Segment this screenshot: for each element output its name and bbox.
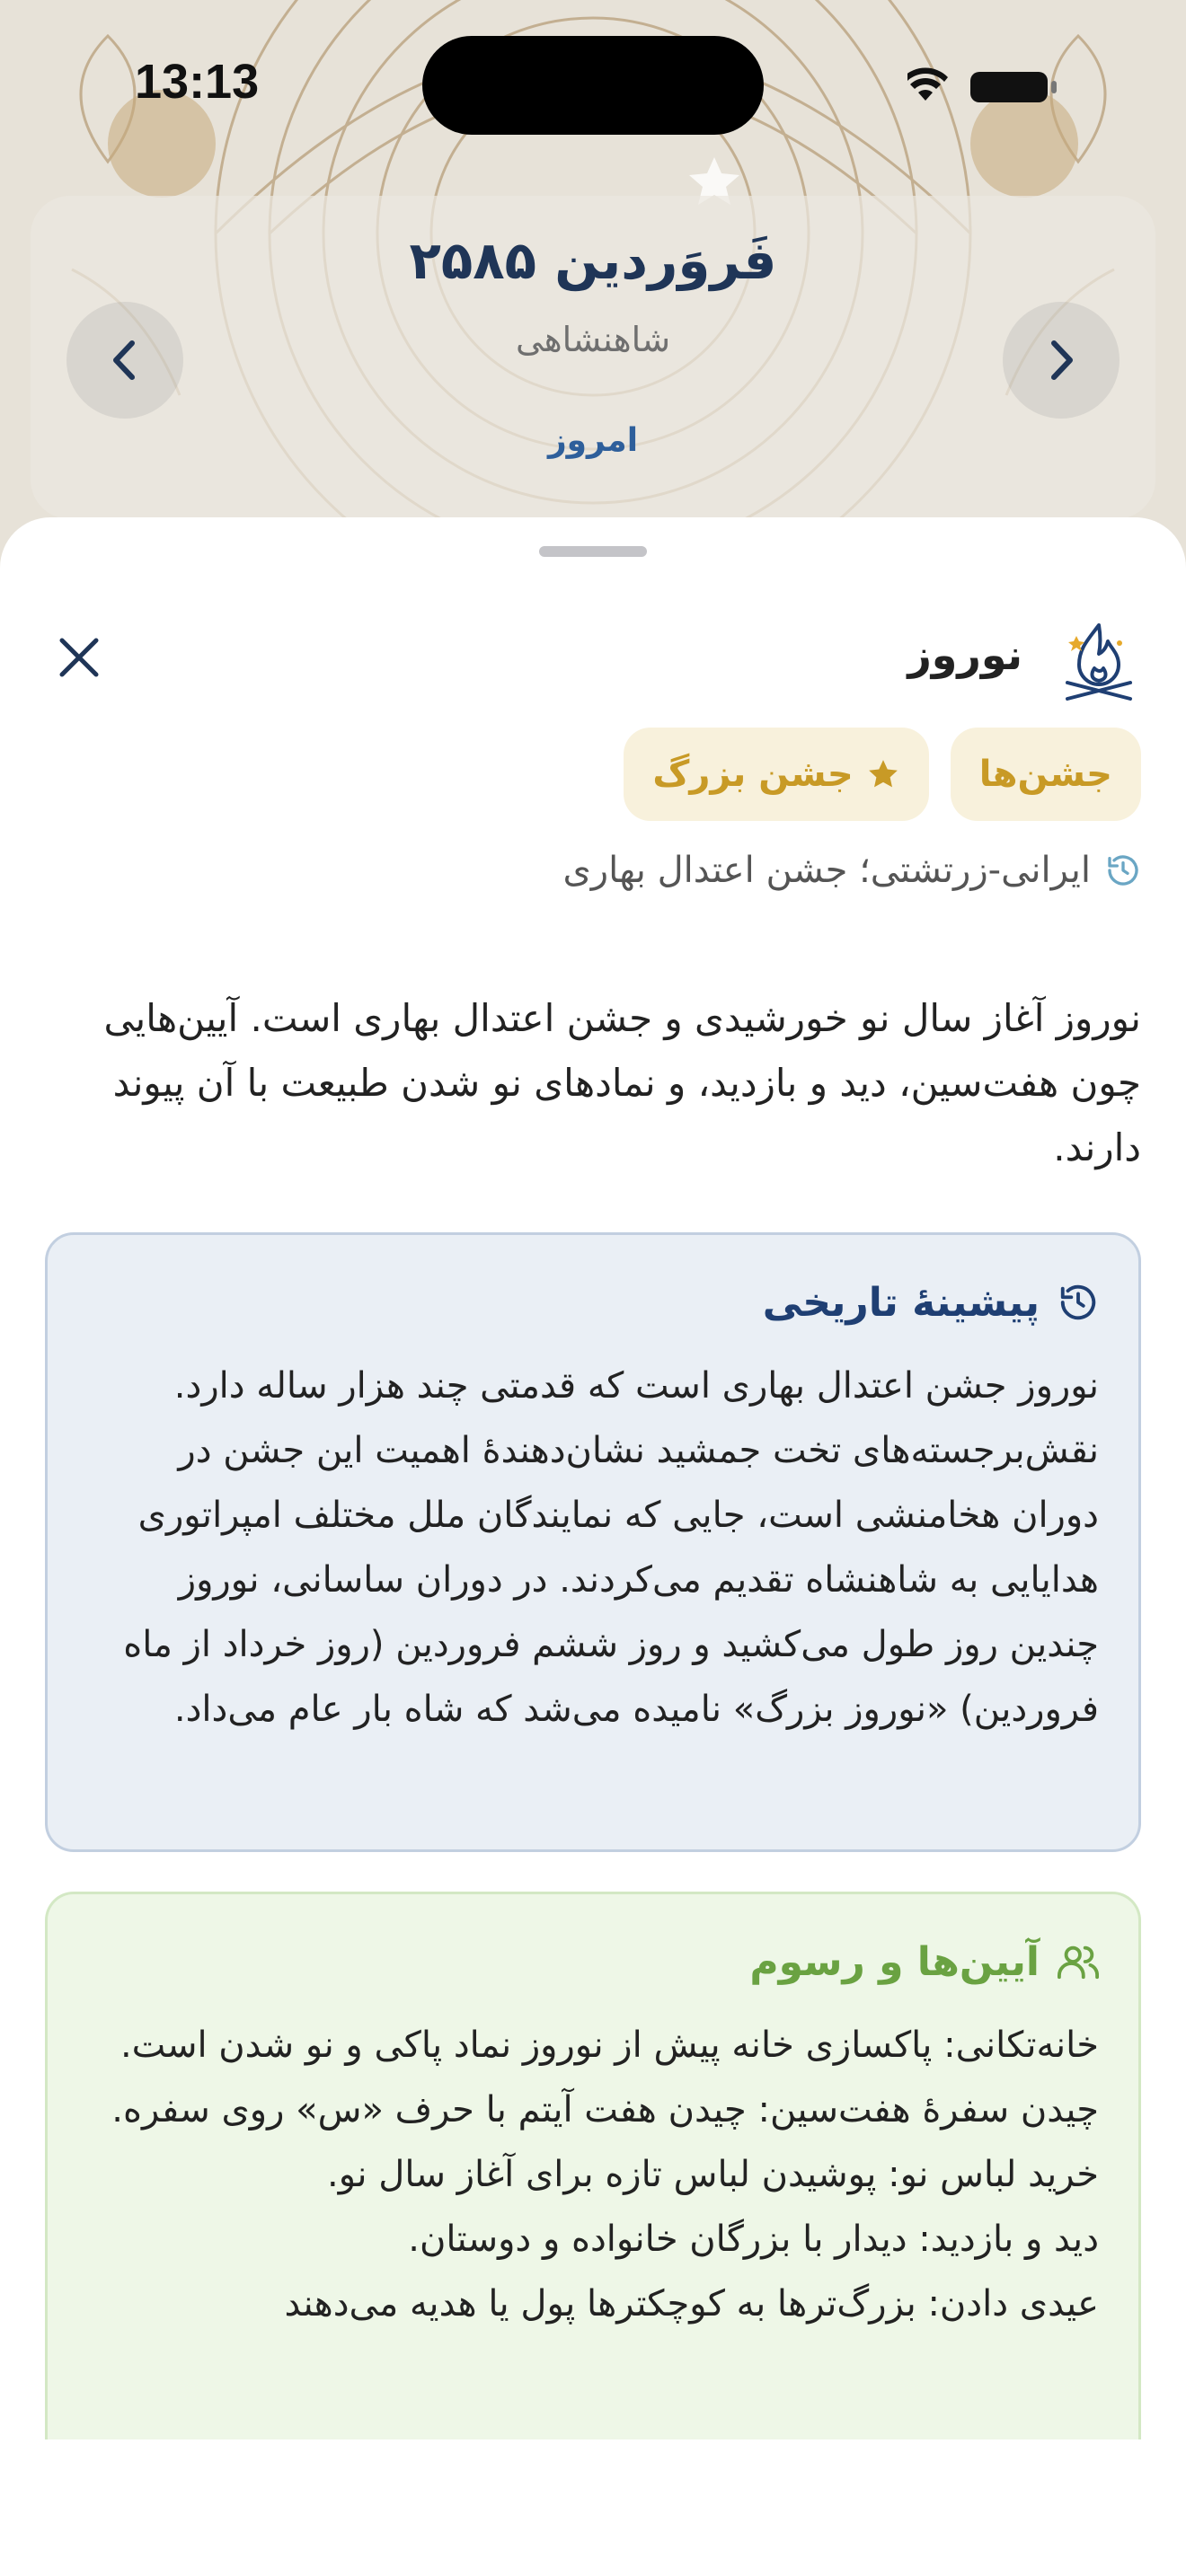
rituals-card-body: خانه‌تکانی: پاکسازی خانه پیش از نوروز نم… <box>87 2013 1099 2336</box>
history-card-title: پیشینهٔ تاریخی <box>762 1279 1040 1326</box>
today-button[interactable]: امروز <box>31 422 1155 459</box>
history-icon <box>1060 1284 1096 1320</box>
history-card-body: نوروز جشن اعتدال بهاری است که قدمتی چند … <box>123 1365 1099 1730</box>
bottom-safe-area <box>0 2439 1186 2576</box>
history-icon <box>1108 855 1138 886</box>
ritual-item: خانه‌تکانی: پاکسازی خانه پیش از نوروز نم… <box>119 2025 1099 2066</box>
sheet-header: نوروز <box>0 598 1186 724</box>
event-chips: جشن‌ها جشن بزرگ <box>624 728 1141 821</box>
status-icons <box>903 65 1087 113</box>
close-button[interactable] <box>43 622 115 693</box>
dynamic-island <box>422 36 764 135</box>
ritual-item: دید و بازدید: دیدار با بزرگان خانواده و … <box>408 2219 1099 2260</box>
calendar-era-label: شاهنشاهی <box>515 320 671 359</box>
history-card: پیشینهٔ تاریخی نوروز جشن اعتدال بهاری اس… <box>45 1232 1141 1852</box>
chevron-right-icon <box>1051 340 1073 380</box>
next-month-button[interactable] <box>1003 302 1120 419</box>
status-bar: 13:13 <box>0 0 1186 171</box>
bonfire-icon <box>1066 623 1132 701</box>
month-header-card: فَروَردین ۲۵۸۵ شاهنشاهی امروز <box>31 196 1155 519</box>
close-icon <box>59 638 99 677</box>
chip-major-feast[interactable]: جشن بزرگ <box>624 728 929 821</box>
sheet-grabber[interactable] <box>539 546 647 557</box>
origin-text: ایرانی-زرتشتی؛ جشن اعتدال بهاری <box>562 850 1091 891</box>
chip-label: جشن‌ها <box>978 754 1112 795</box>
rituals-card-header: آیین‌ها و رسوم <box>87 1930 1099 1993</box>
rituals-card-title: آیین‌ها و رسوم <box>749 1938 1040 1985</box>
event-description: نوروز آغاز سال نو خورشیدی و جشن اعتدال ب… <box>103 996 1142 1169</box>
people-icon <box>1058 1945 1099 1980</box>
chip-label: جشن بزرگ <box>652 754 854 795</box>
status-time: 13:13 <box>135 55 260 109</box>
ritual-item: خرید لباس نو: پوشیدن لباس تازه برای آغاز… <box>327 2154 1099 2195</box>
rituals-card: آیین‌ها و رسوم خانه‌تکانی: پاکسازی خانه … <box>45 1892 1141 2466</box>
event-title: نوروز <box>907 631 1022 679</box>
star-icon <box>868 760 898 788</box>
chip-category[interactable]: جشن‌ها <box>950 728 1141 821</box>
event-origin: ایرانی-زرتشتی؛ جشن اعتدال بهاری <box>562 850 1141 891</box>
month-title: فَروَردین ۲۵۸۵ <box>409 230 777 291</box>
ritual-item: عیدی دادن: بزرگ‌ترها به کوچکترها پول یا … <box>284 2283 1099 2325</box>
wifi-icon <box>903 67 948 101</box>
history-card-header: پیشینهٔ تاریخی <box>87 1271 1099 1334</box>
ritual-item: چیدن سفرهٔ هفت‌سین: چیدن هفت آیتم با حرف… <box>111 2089 1099 2130</box>
battery-icon <box>970 72 1057 102</box>
